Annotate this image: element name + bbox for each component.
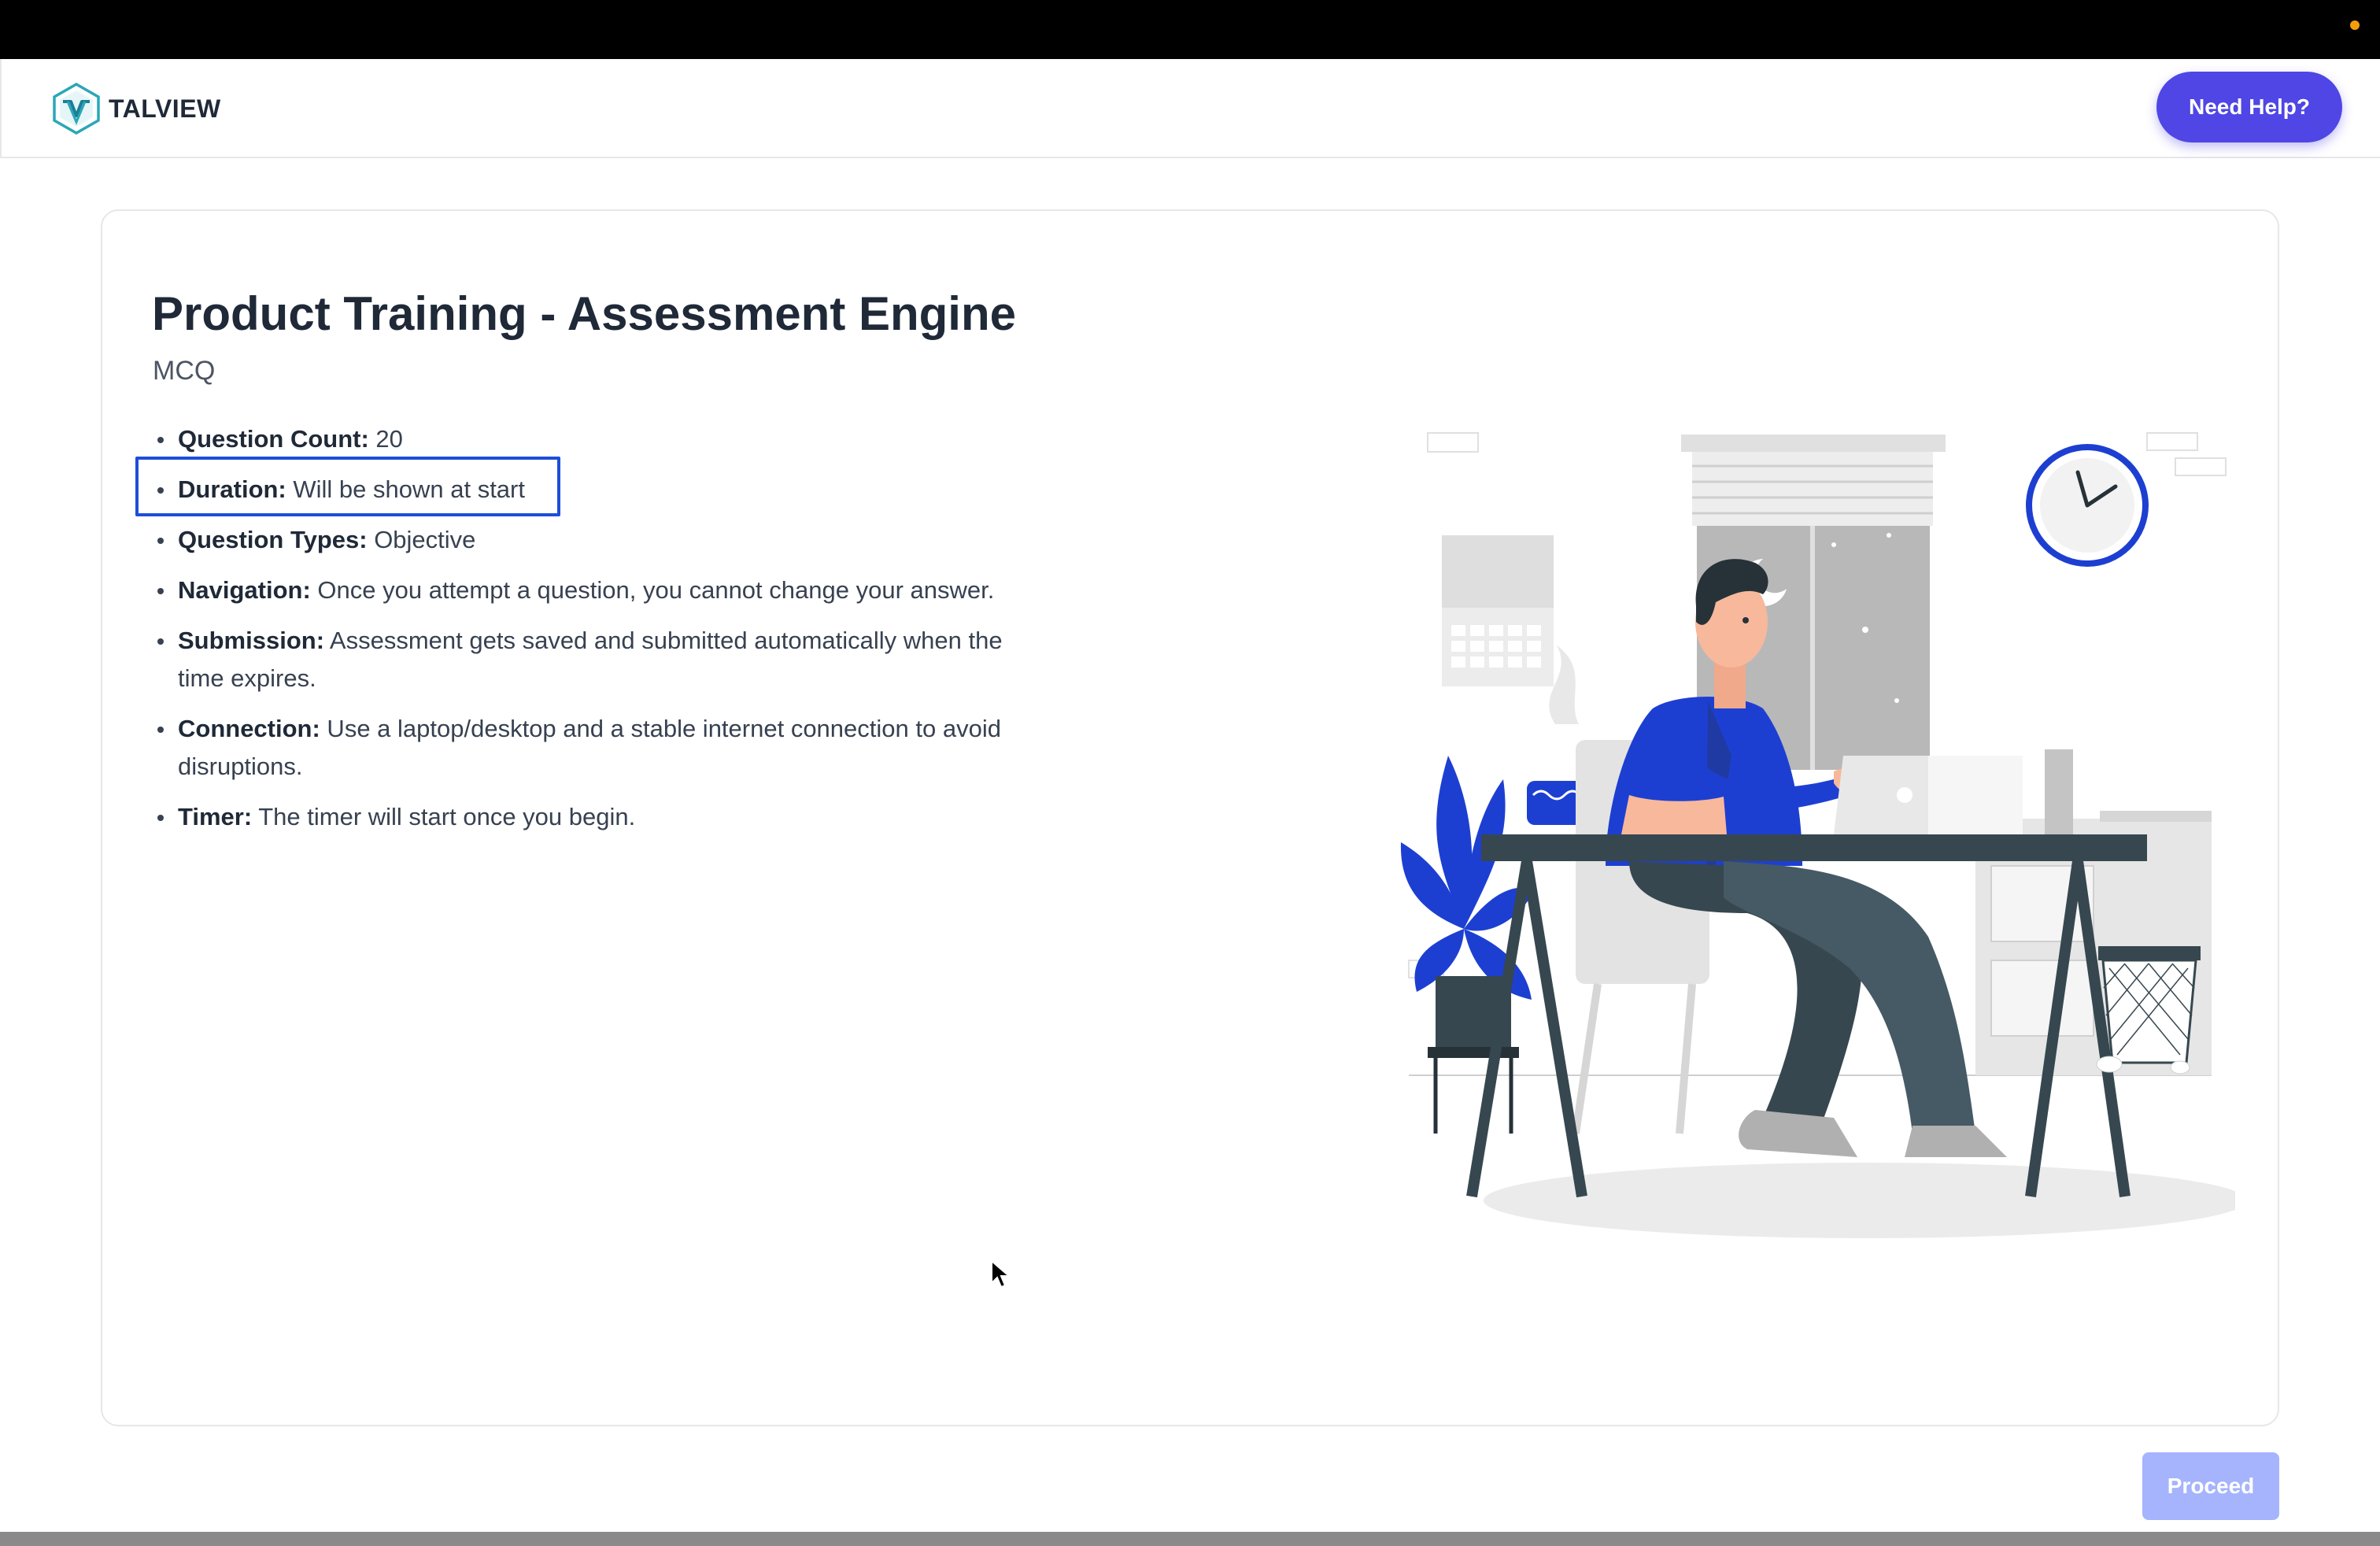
app-header: TALVIEW Need Help? <box>0 59 2380 158</box>
assessment-details-list: Question Count: 20 Duration: Will be sho… <box>153 420 1018 849</box>
system-top-bar <box>0 0 2380 59</box>
detail-key: Submission: <box>178 627 325 654</box>
detail-timer: Timer: The timer will start once you beg… <box>153 798 1018 836</box>
status-dot <box>2350 20 2360 30</box>
mouse-pointer-icon <box>991 1259 1011 1289</box>
talview-hexagon-logo-icon <box>53 83 100 135</box>
detail-value: Objective <box>367 526 476 553</box>
detail-question-types: Question Types: Objective <box>153 521 1018 559</box>
page-title: Product Training - Assessment Engine <box>152 287 1016 340</box>
detail-value: The timer will start once you begin. <box>252 803 636 830</box>
detail-navigation: Navigation: Once you attempt a question,… <box>153 571 1018 609</box>
detail-key: Timer: <box>178 803 253 830</box>
detail-key: Question Types: <box>178 526 368 553</box>
detail-submission: Submission: Assessment gets saved and su… <box>153 622 1018 697</box>
proceed-button[interactable]: Proceed <box>2142 1452 2279 1520</box>
detail-value: Will be shown at start <box>286 475 525 503</box>
detail-key: Navigation: <box>178 576 311 604</box>
person-at-desk-illustration <box>1400 432 2235 1238</box>
detail-key: Duration: <box>178 475 286 503</box>
detail-key: Question Count: <box>178 425 369 453</box>
detail-duration: Duration: Will be shown at start <box>153 471 1018 509</box>
talview-logo: TALVIEW <box>52 83 221 135</box>
logo-text: TALVIEW <box>109 94 221 123</box>
need-help-button[interactable]: Need Help? <box>2156 72 2342 142</box>
detail-question-count: Question Count: 20 <box>153 420 1018 458</box>
detail-key: Connection: <box>178 715 320 742</box>
bottom-bar <box>0 1532 2380 1546</box>
detail-value: 20 <box>368 425 403 453</box>
detail-value: Once you attempt a question, you cannot … <box>310 576 995 604</box>
detail-connection: Connection: Use a laptop/desktop and a s… <box>153 710 1018 786</box>
assessment-type: MCQ <box>153 356 216 386</box>
